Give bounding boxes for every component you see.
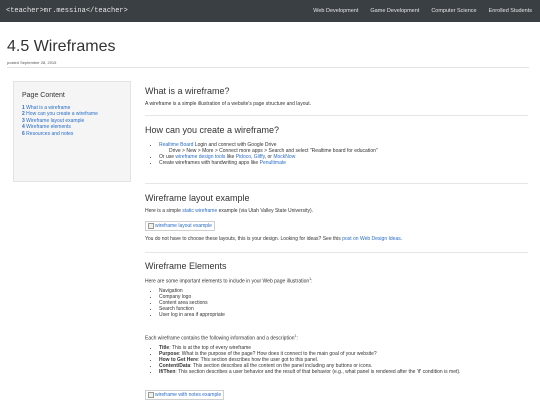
section-divider xyxy=(145,252,528,253)
section-heading-what-is: What is a wireframe? xyxy=(145,86,230,96)
create-options-list: Realtime Board Login and connect with Go… xyxy=(145,142,378,166)
broken-image-icon xyxy=(148,392,154,398)
toc-label: What is a wireframe xyxy=(26,105,71,111)
toc-item-resources[interactable]: 6 Resources and notes xyxy=(22,131,126,137)
text: example (via Utah Valley State Universit… xyxy=(217,208,314,214)
section-heading-layout-example: Wireframe layout example xyxy=(145,193,250,203)
nav-links: Web Development Game Development Compute… xyxy=(301,8,532,14)
toc-num: 2 xyxy=(22,111,25,118)
text: You do not have to choose these layouts,… xyxy=(145,236,343,242)
toc-num: 4 xyxy=(22,124,25,131)
section-text: Here is a simple static wireframe exampl… xyxy=(145,208,313,214)
static-wireframe-link[interactable]: static wireframe xyxy=(182,208,217,214)
wireframe-layout-image[interactable]: wireframe layout example xyxy=(145,221,215,231)
section-divider xyxy=(145,115,528,116)
elements-list: Navigation Company logo Content area sec… xyxy=(145,288,225,318)
nav-computer-science[interactable]: Computer Science xyxy=(431,8,476,14)
nav-web-development[interactable]: Web Development xyxy=(313,8,358,14)
title-divider xyxy=(7,67,529,68)
list-text: Create wireframes with handwriting apps … xyxy=(159,160,260,166)
toc-label: Wireframe elements xyxy=(26,124,71,131)
broken-image-icon xyxy=(148,223,154,229)
posted-date: posted September 28, 2015 xyxy=(7,60,57,65)
term: If/Then xyxy=(159,369,176,375)
list-item: Create wireframes with handwriting apps … xyxy=(159,160,378,166)
text: Here is a simple xyxy=(145,208,183,214)
page-title: 4.5 Wireframes xyxy=(7,38,116,55)
list-item: If/Then: This section describes a user b… xyxy=(159,369,460,375)
section-heading-how-create: How can you create a wireframe? xyxy=(145,125,280,135)
toc-label: Resources and notes xyxy=(26,130,74,137)
site-brand[interactable]: <teacher>mr.messina</teacher> xyxy=(6,7,128,15)
toc-label: How can you create a wireframe xyxy=(26,111,98,118)
text: : xyxy=(311,278,313,285)
penultimate-link[interactable]: Penultimate xyxy=(260,160,286,166)
list-item: Realtime Board Login and connect with Go… xyxy=(159,142,378,154)
image-alt-text: wireframe layout example xyxy=(155,223,212,229)
text: Here are some important elements to incl… xyxy=(145,278,310,285)
text: . xyxy=(400,236,403,242)
toc-num: 3 xyxy=(22,117,25,124)
section-text: You do not have to choose these layouts,… xyxy=(145,236,402,242)
toc-title: Page Content xyxy=(22,92,65,99)
text: Each wireframe contains the following in… xyxy=(145,335,295,342)
toc-num: 6 xyxy=(22,130,25,137)
nav-game-development[interactable]: Game Development xyxy=(370,8,419,14)
list-item: User log in area if appropriate xyxy=(159,312,225,318)
toc-list: 1 What is a wireframe 2 How can you crea… xyxy=(22,105,126,137)
nav-enrolled-students[interactable]: Enrolled Students xyxy=(489,8,532,14)
section-heading-elements: Wireframe Elements xyxy=(145,261,227,271)
section-divider xyxy=(145,183,528,184)
wireframe-info-list: Title: This is at the top of every wiref… xyxy=(145,345,460,375)
section-text: A wireframe is a simple illustration of … xyxy=(145,101,312,107)
image-alt-text: wireframe with notes example xyxy=(155,392,222,398)
top-navbar: <teacher>mr.messina</teacher> Web Develo… xyxy=(0,0,540,22)
toc-label: Wireframe layout example xyxy=(26,117,85,124)
section-text: Each wireframe contains the following in… xyxy=(145,333,298,342)
web-design-ideas-link[interactable]: post on Web Design Ideas xyxy=(342,236,401,242)
toc-num: 1 xyxy=(22,105,25,111)
page-content-panel: Page Content 1 What is a wireframe 2 How… xyxy=(13,81,131,182)
wireframe-notes-image[interactable]: wireframe with notes example xyxy=(145,390,225,400)
desc: : This section describes a user behavior… xyxy=(175,369,461,375)
text: : xyxy=(296,335,298,342)
section-text: Here are some important elements to incl… xyxy=(145,276,313,285)
